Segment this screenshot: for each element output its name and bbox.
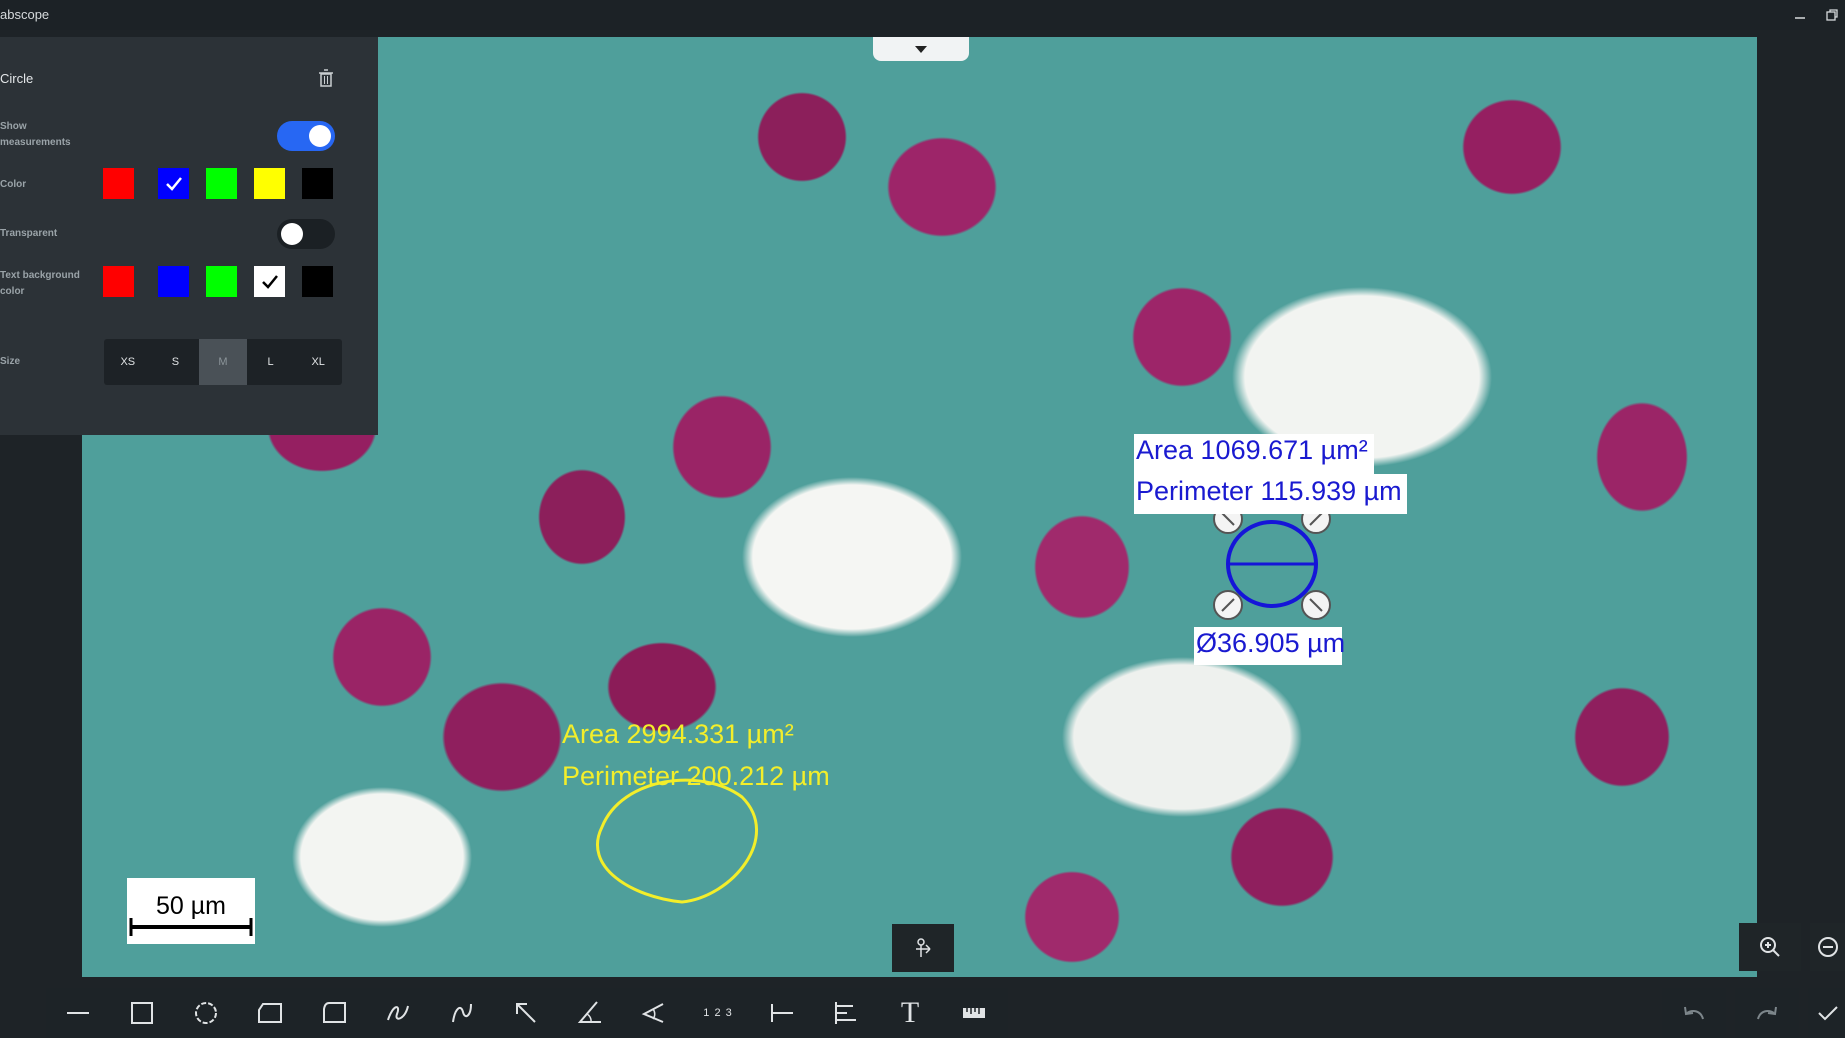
color-swatch-green[interactable] [206,168,237,199]
text-bg-swatch-white[interactable] [254,266,285,297]
circle-tool[interactable] [174,988,238,1038]
adjust-icon [916,938,931,957]
size-m-button[interactable]: M [199,339,247,385]
align-tool[interactable] [814,988,878,1038]
redo-icon [1757,1006,1777,1020]
color-swatch-blue[interactable] [158,168,189,199]
size-xl-button[interactable]: XL [294,339,342,385]
size-l-button[interactable]: L [247,339,295,385]
scale-bar-line [129,918,253,936]
undo-button[interactable] [1662,988,1726,1038]
interval-tool[interactable] [750,988,814,1038]
text-icon: T [900,996,920,1029]
restore-icon [1826,9,1838,21]
adjust-button[interactable] [892,924,954,972]
line-tool[interactable] [46,988,110,1038]
polygon-tool[interactable] [238,988,302,1038]
interval-icon [771,1004,793,1022]
angle-alt-icon [641,1003,664,1023]
text-bg-swatch-blue[interactable] [158,266,189,297]
rounded-polygon-tool[interactable] [302,988,366,1038]
blue-diameter-label: Ø36.905 µm [1196,628,1346,658]
undo-icon [1684,1006,1704,1020]
blue-area-label: Area 1069.671 µm² [1136,435,1368,465]
rounded-polygon-icon [323,1002,346,1023]
freehand-icon [387,1005,409,1021]
zoom-in-button[interactable] [1739,923,1801,971]
curve-tool[interactable] [430,988,494,1038]
delete-button[interactable] [318,69,334,92]
angle-alt-tool[interactable] [622,988,686,1038]
color-swatch-black[interactable] [302,168,333,199]
trash-icon [319,69,333,87]
text-bg-swatch-green[interactable] [206,266,237,297]
count-icon: 1 2 3 [703,1007,733,1019]
ruler-tool[interactable] [942,988,1006,1038]
angle-tool[interactable] [558,988,622,1038]
text-tool[interactable]: T [878,988,942,1038]
size-s-button[interactable]: S [152,339,200,385]
redo-button[interactable] [1735,988,1799,1038]
resize-handle [1301,590,1331,620]
blue-perimeter-label: Perimeter 115.939 µm [1136,476,1402,506]
rectangle-tool[interactable] [110,988,174,1038]
yellow-circle-annotation [595,778,758,904]
transparent-toggle[interactable] [277,219,335,249]
line-icon [67,1012,89,1014]
resize-handle [1213,590,1243,620]
check-icon [1817,1006,1838,1021]
drawing-toolbar: 1 2 3 T [46,988,1008,1038]
text-bg-color-label: Text background color [0,270,80,297]
minimize-icon [1795,17,1805,19]
confirm-button[interactable] [1808,988,1845,1038]
yellow-area-label: Area 2994.331 µm² [562,719,794,749]
circle-icon [195,1002,217,1024]
show-measurements-toggle[interactable] [277,121,335,151]
arrow-icon [516,1003,536,1023]
yellow-perimeter-label: Perimeter 200.212 µm [562,761,830,791]
check-icon [262,275,278,289]
zoom-out-icon [1817,937,1838,957]
curve-icon [452,1003,472,1023]
arrow-tool[interactable] [494,988,558,1038]
shape-name: Circle [0,71,34,86]
collapse-tab[interactable] [873,37,969,61]
color-swatch-red[interactable] [103,168,134,199]
title-bar: abscope [0,0,1845,30]
zoom-out-button[interactable] [1810,923,1845,971]
caret-down-icon [915,46,927,53]
size-selector: XS S M L XL [104,339,342,385]
size-label: Size [0,356,21,367]
ruler-icon [963,1008,985,1018]
color-label: Color [0,179,27,190]
rectangle-icon [131,1002,153,1024]
align-icon [835,1002,856,1024]
text-bg-swatch-red[interactable] [103,266,134,297]
freehand-tool[interactable] [366,988,430,1038]
app-title: abscope [0,7,50,22]
check-icon [166,177,182,191]
color-swatch-yellow[interactable] [254,168,285,199]
show-measurements-label: Show measurements [0,121,71,148]
scale-bar: 50 µm [127,878,255,944]
restore-button[interactable] [1820,3,1844,27]
angle-icon [577,1001,601,1023]
polygon-icon [258,1003,282,1023]
minimize-button[interactable] [1788,3,1812,27]
zoom-in-icon [1760,937,1780,957]
size-xs-button[interactable]: XS [104,339,152,385]
count-tool[interactable]: 1 2 3 [686,988,750,1038]
text-bg-swatch-black[interactable] [302,266,333,297]
transparent-label: Transparent [0,228,58,239]
shape-properties-panel: Circle Show measurements Color Transpare… [0,37,378,435]
